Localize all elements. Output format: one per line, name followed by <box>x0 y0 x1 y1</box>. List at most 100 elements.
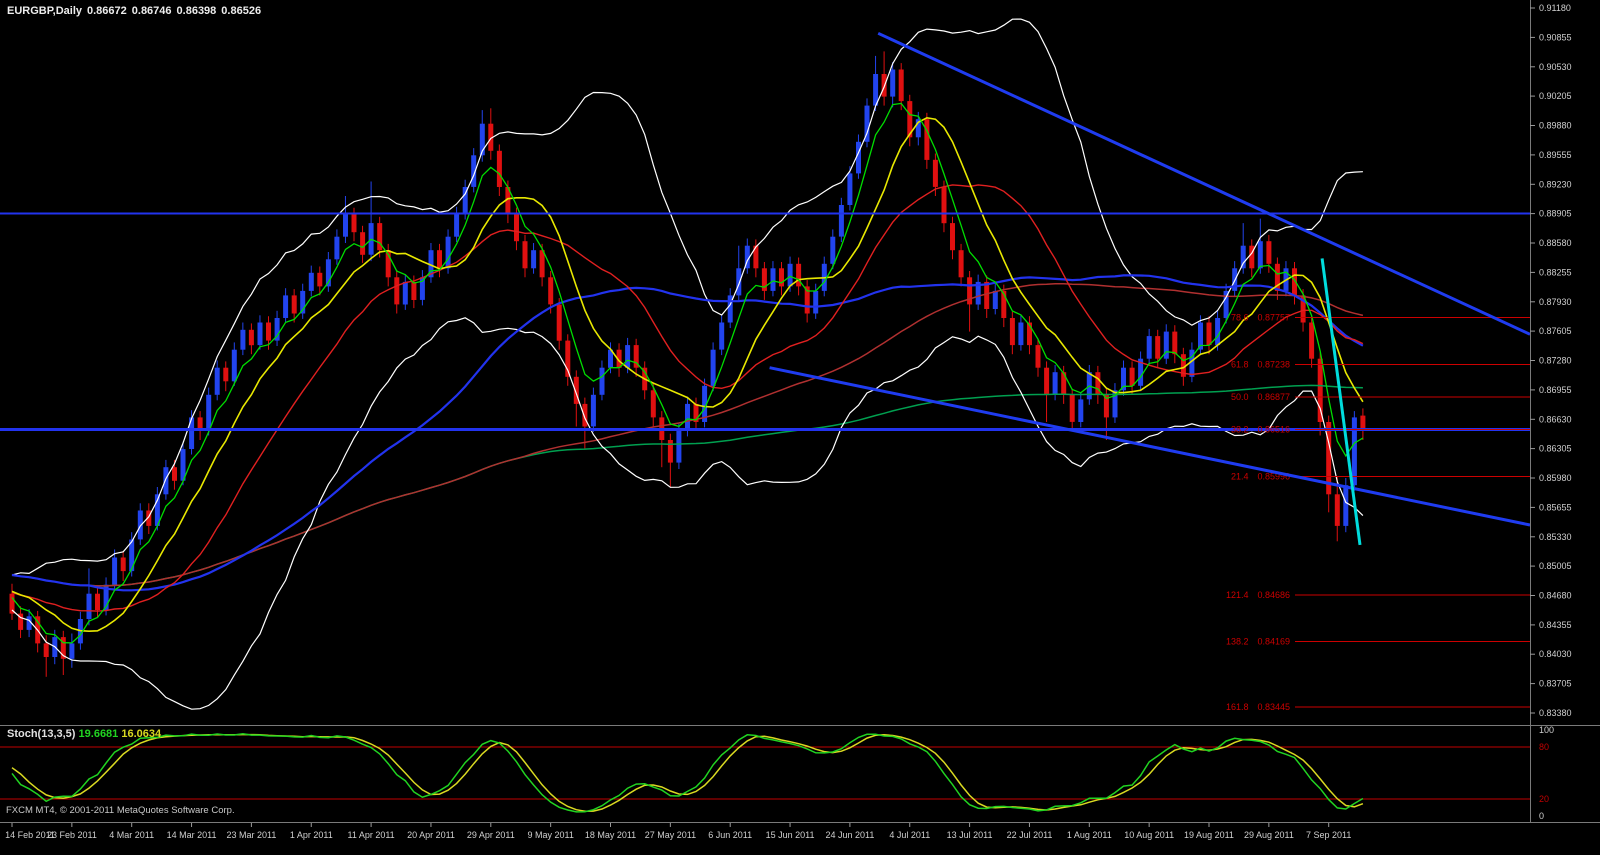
bear-candle[interactable] <box>933 160 938 187</box>
bull-candle[interactable] <box>1352 417 1357 485</box>
bear-candle[interactable] <box>1266 241 1271 264</box>
bull-candle[interactable] <box>1343 485 1348 526</box>
bull-candle[interactable] <box>454 214 459 237</box>
trendline-object[interactable] <box>1322 258 1360 545</box>
bear-candle[interactable] <box>899 70 904 102</box>
bull-candle[interactable] <box>1258 241 1263 268</box>
bear-candle[interactable] <box>959 250 964 277</box>
bear-candle[interactable] <box>1130 368 1135 386</box>
stoch-main-line[interactable] <box>12 734 1363 812</box>
bull-candle[interactable] <box>531 250 536 268</box>
bull-candle[interactable] <box>343 214 348 237</box>
bear-candle[interactable] <box>317 273 322 287</box>
bear-candle[interactable] <box>668 440 673 463</box>
bull-candle[interactable] <box>993 291 998 309</box>
bear-candle[interactable] <box>1044 368 1049 395</box>
bear-candle[interactable] <box>779 268 784 286</box>
bear-candle[interactable] <box>1207 323 1212 346</box>
bear-candle[interactable] <box>1155 336 1160 359</box>
bear-candle[interactable] <box>497 151 502 187</box>
bear-candle[interactable] <box>121 558 126 572</box>
ma-10-line[interactable] <box>12 118 1363 631</box>
bear-candle[interactable] <box>557 305 562 341</box>
bull-candle[interactable] <box>719 323 724 350</box>
bull-candle[interactable] <box>788 264 793 287</box>
bull-candle[interactable] <box>1053 372 1058 395</box>
bear-candle[interactable] <box>1010 318 1015 345</box>
bull-candle[interactable] <box>771 268 776 291</box>
bull-candle[interactable] <box>711 350 716 386</box>
trendline-object[interactable] <box>770 368 1530 525</box>
bull-candle[interactable] <box>69 643 74 658</box>
bull-candle[interactable] <box>736 268 741 295</box>
bear-candle[interactable] <box>266 323 271 341</box>
bull-candle[interactable] <box>232 350 237 382</box>
bull-candle[interactable] <box>1241 246 1246 269</box>
bull-candle[interactable] <box>258 323 263 346</box>
bear-candle[interactable] <box>360 232 365 255</box>
bear-candle[interactable] <box>411 282 416 300</box>
bear-candle[interactable] <box>172 467 177 481</box>
bull-candle[interactable] <box>830 237 835 264</box>
price-chart-panel[interactable]: 78.6 0.8775761.8 0.8723850.0 0.8687738.2… <box>0 0 1600 725</box>
bull-candle[interactable] <box>283 295 288 318</box>
bear-candle[interactable] <box>1335 494 1340 526</box>
bull-candle[interactable] <box>600 368 605 395</box>
bull-candle[interactable] <box>847 173 852 205</box>
bull-candle[interactable] <box>112 558 117 585</box>
bear-candle[interactable] <box>523 241 528 268</box>
bull-candle[interactable] <box>1147 336 1152 359</box>
time-axis-label: 20 Apr 2011 <box>407 830 455 840</box>
stoch-axis-label: 0 <box>1539 811 1544 821</box>
bull-candle[interactable] <box>309 273 314 291</box>
bear-candle[interactable] <box>44 643 49 657</box>
bull-candle[interactable] <box>403 282 408 305</box>
bull-candle[interactable] <box>890 70 895 97</box>
bear-candle[interactable] <box>223 368 228 382</box>
bear-candle[interactable] <box>942 187 947 223</box>
bear-candle[interactable] <box>352 214 357 232</box>
bull-candle[interactable] <box>1018 323 1023 346</box>
bear-candle[interactable] <box>1318 359 1323 422</box>
bear-candle[interactable] <box>950 223 955 250</box>
bull-candle[interactable] <box>206 395 211 431</box>
bear-candle[interactable] <box>984 282 989 309</box>
bear-candle[interactable] <box>967 277 972 304</box>
bull-candle[interactable] <box>676 431 681 463</box>
bull-candle[interactable] <box>813 291 818 314</box>
bear-candle[interactable] <box>437 250 442 268</box>
bear-candle[interactable] <box>582 404 587 427</box>
bear-candle[interactable] <box>1360 416 1365 429</box>
bear-candle[interactable] <box>249 330 254 345</box>
bull-candle[interactable] <box>839 205 844 237</box>
bear-candle[interactable] <box>514 214 519 241</box>
time-axis[interactable]: 14 Feb 201123 Feb 20114 Mar 201114 Mar 2… <box>0 822 1600 855</box>
bull-candle[interactable] <box>87 594 92 619</box>
bull-candle[interactable] <box>240 330 245 350</box>
bear-candle[interactable] <box>394 277 399 304</box>
bear-candle[interactable] <box>95 594 100 610</box>
bull-candle[interactable] <box>1078 399 1083 422</box>
bull-candle[interactable] <box>163 467 168 494</box>
bull-candle[interactable] <box>334 237 339 260</box>
bear-candle[interactable] <box>548 277 553 304</box>
bull-candle[interactable] <box>215 368 220 395</box>
bear-candle[interactable] <box>1172 332 1177 355</box>
bear-candle[interactable] <box>540 250 545 277</box>
bull-candle[interactable] <box>685 404 690 431</box>
bull-candle[interactable] <box>446 237 451 269</box>
bull-candle[interactable] <box>591 395 596 427</box>
bear-candle[interactable] <box>924 119 929 160</box>
bear-candle[interactable] <box>1309 323 1314 359</box>
time-axis-label: 22 Jul 2011 <box>1007 830 1053 840</box>
bull-candle[interactable] <box>625 345 630 368</box>
stoch-signal-line[interactable] <box>12 735 1363 812</box>
bear-candle[interactable] <box>651 390 656 417</box>
bear-candle[interactable] <box>1070 395 1075 422</box>
price-axis-label: 0.89230 <box>1539 179 1572 189</box>
ma-5-line[interactable] <box>12 103 1363 643</box>
bull-candle[interactable] <box>1215 318 1220 345</box>
bear-candle[interactable] <box>1036 345 1041 368</box>
bear-candle[interactable] <box>292 295 297 313</box>
stochastic-panel[interactable]: 80201000 <box>0 725 1600 822</box>
